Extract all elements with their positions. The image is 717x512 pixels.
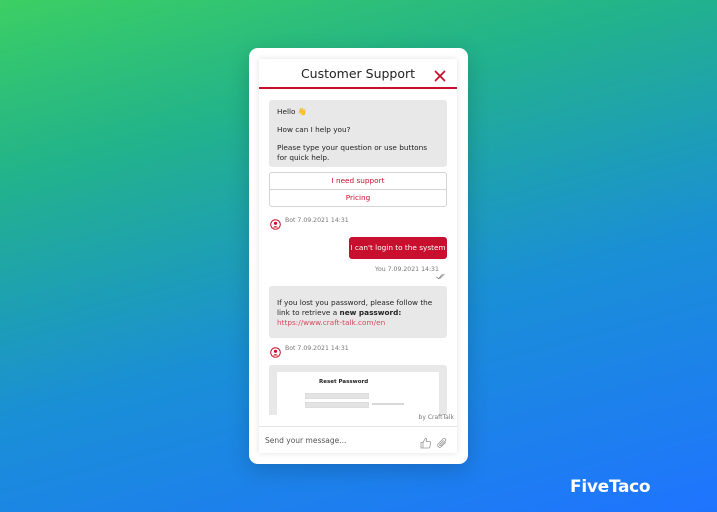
chat-widget: Customer Support Hello 👋 How can I help … [259,59,457,453]
chat-title: Customer Support [300,66,416,81]
bot-message-meta: Bot 7.09.2021 14:31 [285,345,349,352]
bot-avatar-icon [270,343,281,358]
quick-button-pricing[interactable]: Pricing [269,189,447,207]
user-message: I can't login to the system [349,237,447,259]
bot-greeting: Hello 👋 [277,107,307,116]
close-icon[interactable] [434,67,446,82]
bot-question: How can I help you? [277,124,351,134]
bot-instructions: Please type your question or use buttons… [277,142,428,162]
bot-message-meta: Bot 7.09.2021 14:31 [285,217,349,224]
thumbs-up-icon[interactable] [420,434,432,449]
message-list[interactable]: Hello 👋 How can I help you? Please type … [259,89,457,415]
quick-button-support[interactable]: I need support [269,172,447,190]
preview-text-line [372,403,404,405]
brand-logo: FiveTaco [570,477,651,497]
paperclip-icon[interactable] [436,434,448,448]
chat-header: Customer Support [259,59,457,89]
message-input[interactable] [265,432,415,448]
double-check-icon [436,265,446,280]
input-bar [259,426,457,453]
powered-by-label: by CraftTalk [418,414,454,421]
password-bold: new password: [339,307,402,317]
bot-message-password: If you lost you password, please follow … [269,286,447,338]
preview-field [305,393,369,399]
chat-card: Customer Support Hello 👋 How can I help … [249,48,468,464]
bot-message: Hello 👋 How can I help you? Please type … [269,100,447,167]
preview-page: Reset Password [277,372,439,415]
bot-avatar-icon [270,215,281,230]
preview-field [305,402,369,408]
user-message-meta: You 7.09.2021 14:31 [375,266,439,273]
image-preview[interactable]: Reset Password [269,365,447,415]
preview-title: Reset Password [319,379,369,385]
password-reset-link[interactable]: https://www.craft-talk.com/en [277,318,385,327]
